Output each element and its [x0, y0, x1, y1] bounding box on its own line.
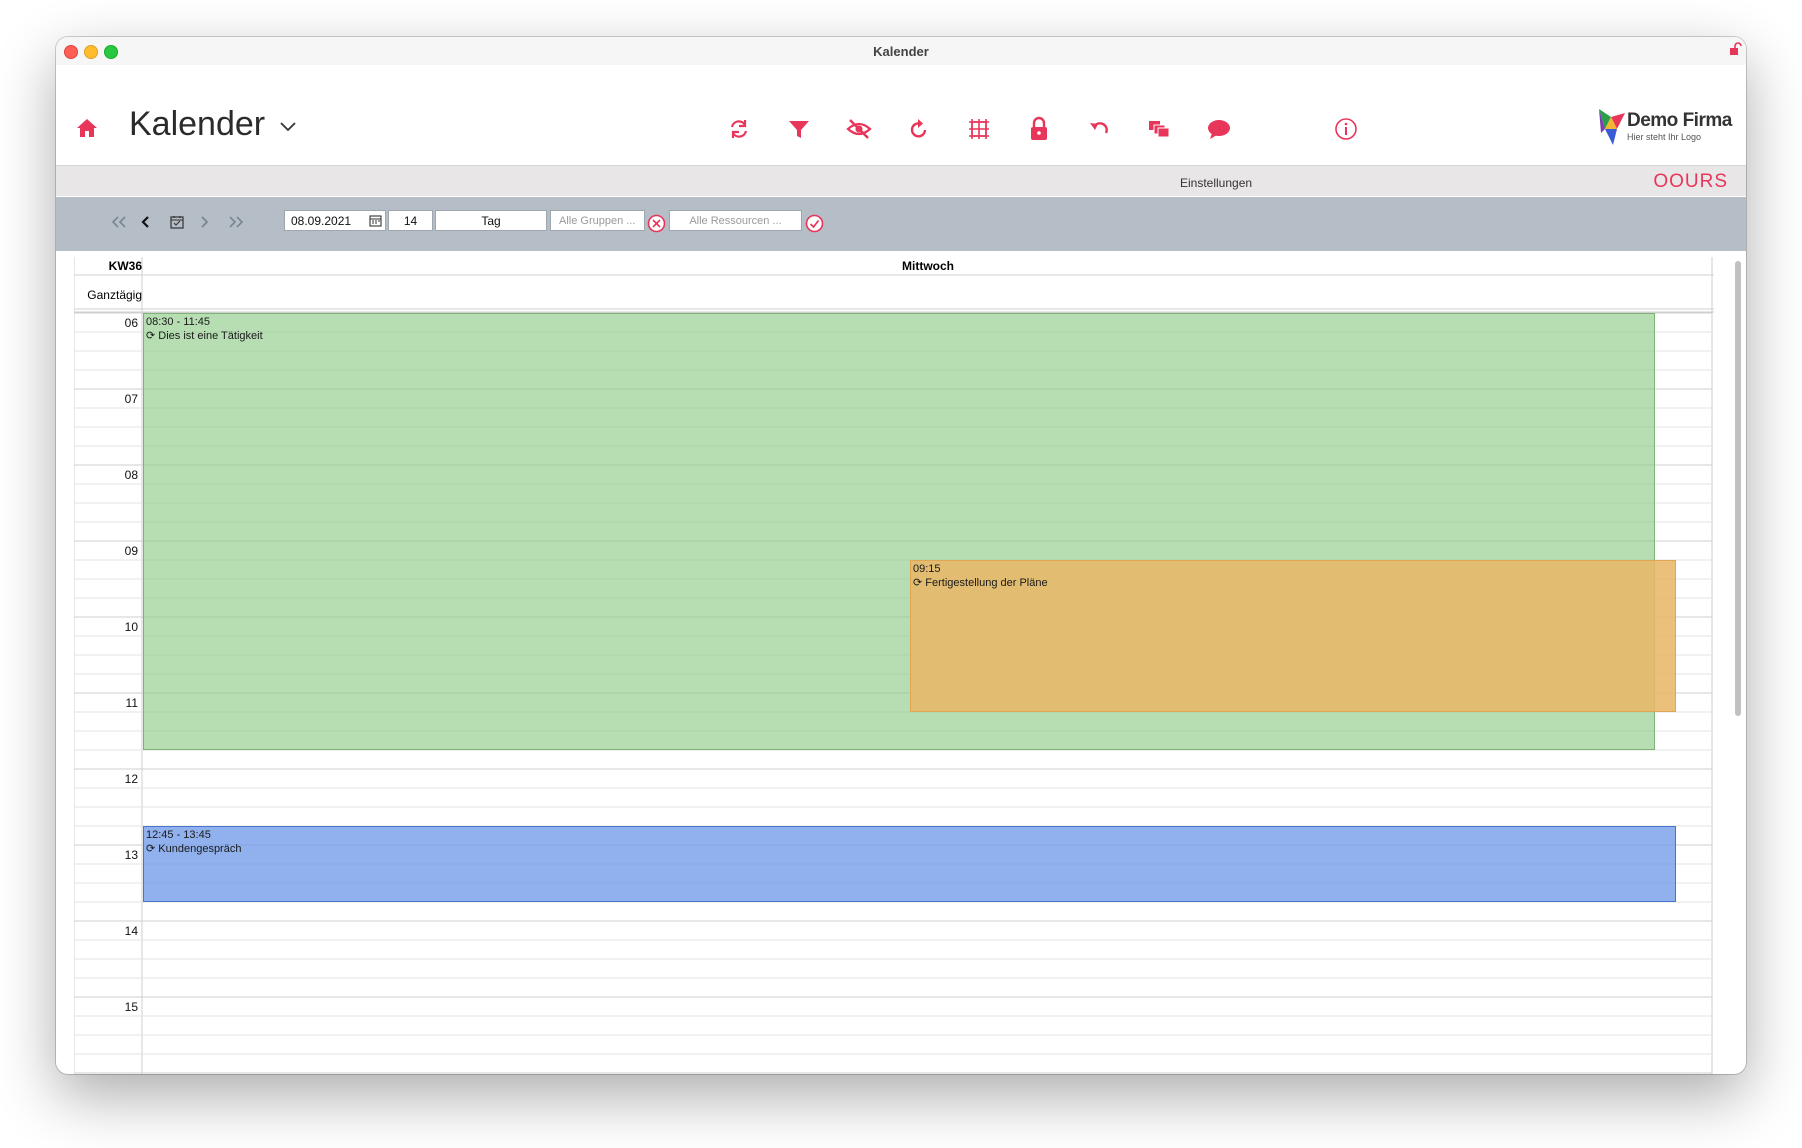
home-icon[interactable]: [75, 117, 99, 144]
hide-icon[interactable]: [845, 115, 873, 143]
filter-icon[interactable]: [785, 115, 813, 143]
lock-icon[interactable]: [1025, 115, 1053, 143]
allday-label: Ganztägig: [87, 288, 142, 302]
settings-strip: Einstellungen OOURS: [56, 165, 1746, 196]
info-icon[interactable]: [1332, 115, 1360, 143]
event-title: Fertigestellung der Pläne: [925, 577, 1048, 589]
app-window: Kalender Kalender Demo Firma Hier steht …: [56, 37, 1746, 1074]
date-input[interactable]: 08.09.2021: [284, 210, 386, 231]
hour-label: 10: [124, 620, 138, 634]
hour-label: 12: [124, 772, 138, 786]
logo-tagline: Hier steht Ihr Logo: [1627, 132, 1702, 142]
date-picker-icon[interactable]: [369, 214, 382, 230]
next-icon[interactable]: [198, 211, 212, 233]
date-navigation-bar: 08.09.2021 14 Tag Alle Gruppen ... Alle …: [56, 197, 1746, 251]
hour-label: 07: [124, 392, 138, 406]
chevron-down-icon[interactable]: [279, 119, 297, 137]
vertical-scrollbar[interactable]: [1732, 257, 1744, 1072]
event-fertigstellung[interactable]: 09:15 ⟳ Fertigestellung der Pläne: [910, 560, 1676, 712]
hour-label: 06: [124, 316, 138, 330]
hour-label: 09: [124, 544, 138, 558]
logo-mark-icon: [1599, 109, 1625, 145]
date-value: 08.09.2021: [291, 213, 352, 228]
week-label: KW36: [108, 259, 142, 273]
title-bar: Kalender: [56, 37, 1746, 66]
groups-input[interactable]: Alle Gruppen ...: [550, 210, 645, 231]
window-title: Kalender: [873, 44, 929, 59]
windows-icon[interactable]: [1145, 115, 1173, 143]
event-time: 12:45 - 13:45: [146, 829, 211, 841]
sync-icon[interactable]: [725, 115, 753, 143]
first-page-icon[interactable]: [110, 211, 128, 233]
grid-icon[interactable]: [965, 115, 993, 143]
last-page-icon[interactable]: [227, 211, 245, 233]
event-title: Dies ist eine Tätigkeit: [158, 330, 263, 342]
refresh-icon[interactable]: [905, 115, 933, 143]
undo-icon[interactable]: [1085, 115, 1113, 143]
scrollbar-thumb[interactable]: [1735, 261, 1741, 716]
page-title: Kalender: [129, 105, 266, 143]
app-header: Kalender Demo Firma Hier steht Ihr Logo: [56, 65, 1746, 165]
hour-label: 08: [124, 468, 138, 482]
clear-groups-icon[interactable]: [646, 212, 666, 234]
brand-wordmark: OOURS: [1653, 171, 1728, 192]
confirm-resources-icon[interactable]: [804, 212, 824, 234]
settings-link[interactable]: Einstellungen: [1180, 176, 1252, 190]
logo-name: Demo Firma: [1627, 110, 1732, 131]
unlock-icon[interactable]: [1728, 42, 1742, 61]
hour-label: 14: [124, 924, 138, 938]
hour-label: 11: [125, 696, 138, 710]
day-header[interactable]: Mittwoch: [142, 259, 1714, 273]
event-title: Kundengespräch: [158, 843, 242, 855]
view-select[interactable]: Tag: [435, 210, 547, 231]
day-calendar: KW36 Mittwoch Ganztägig 06 07 08 09 10 1…: [74, 257, 1714, 1074]
event-time: 09:15: [913, 563, 941, 575]
previous-icon[interactable]: [138, 211, 152, 233]
count-input[interactable]: 14: [388, 210, 433, 231]
company-logo: Demo Firma Hier steht Ihr Logo: [1597, 107, 1737, 149]
chat-icon[interactable]: [1205, 115, 1233, 143]
resources-input[interactable]: Alle Ressourcen ...: [669, 210, 802, 231]
event-kundengespraech[interactable]: 12:45 - 13:45 ⟳ Kundengespräch: [143, 826, 1676, 902]
event-time: 08:30 - 11:45: [146, 316, 211, 328]
hour-label: 13: [124, 848, 138, 862]
hour-label: 15: [124, 1000, 138, 1014]
calendar-today-icon[interactable]: [169, 211, 185, 233]
